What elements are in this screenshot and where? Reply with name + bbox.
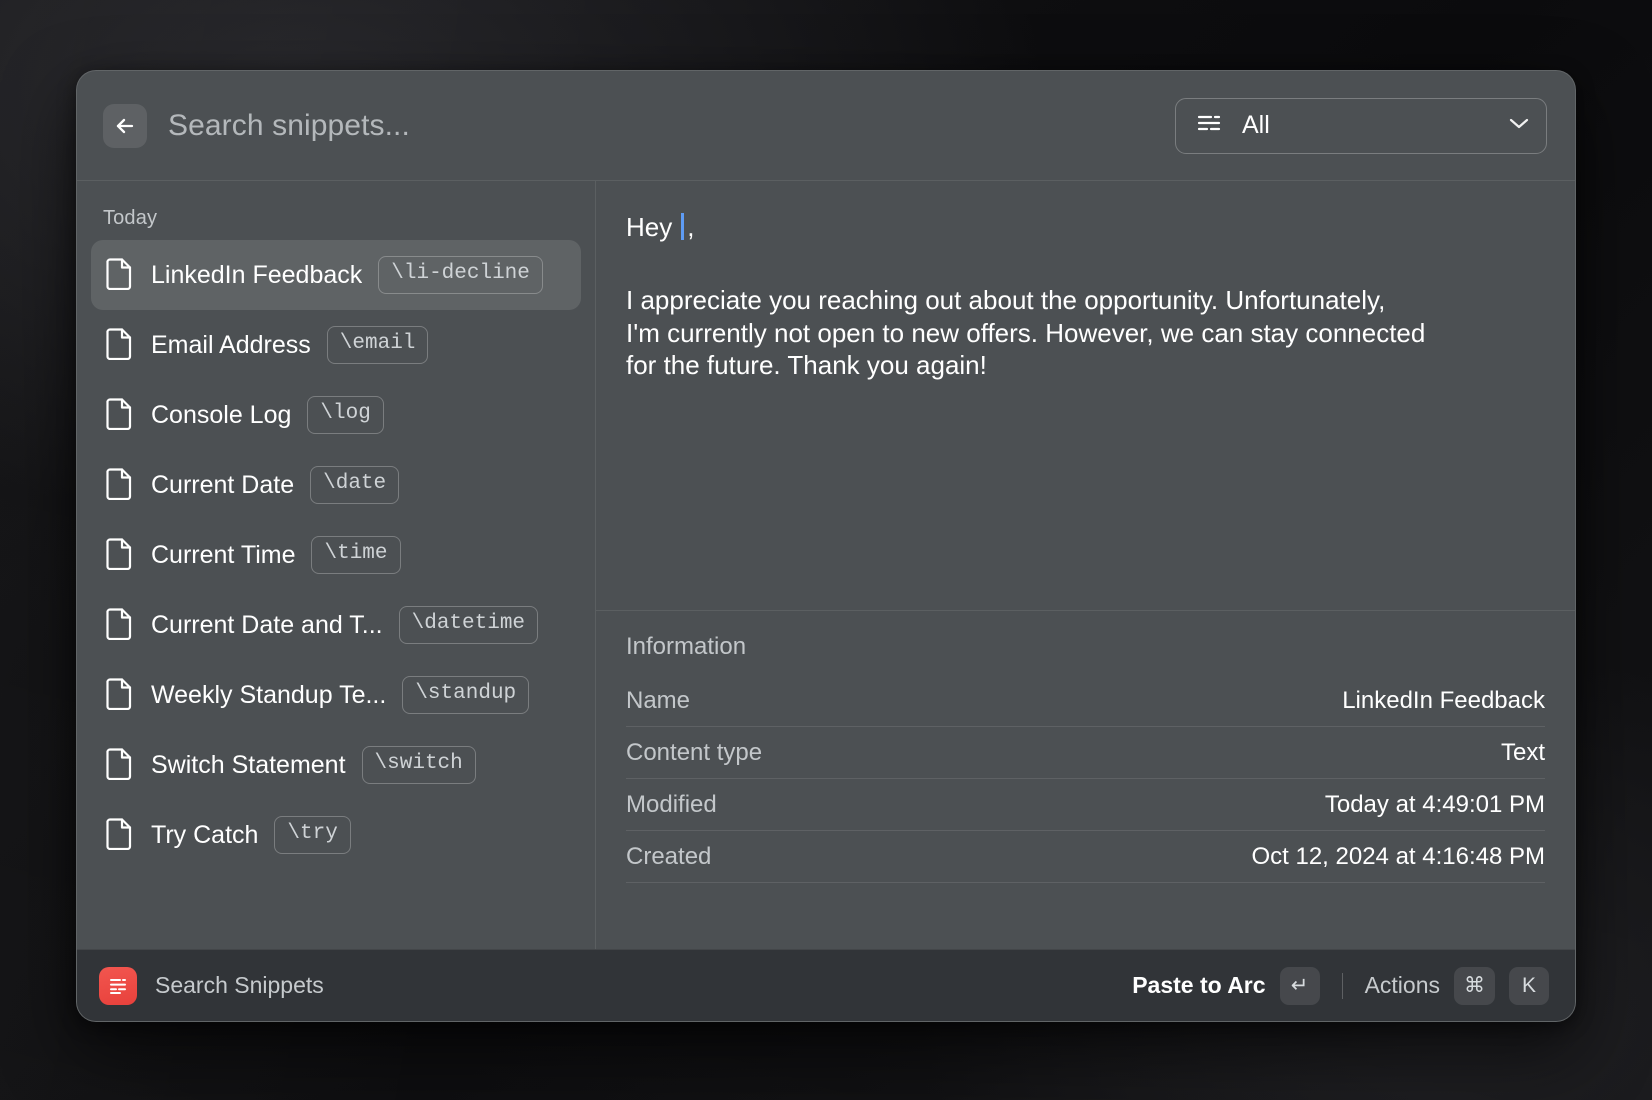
- snippet-keyword-chip: \log: [307, 396, 384, 434]
- snippet-keyword-chip: \datetime: [398, 606, 539, 644]
- snippet-keyword-chip: \time: [311, 536, 401, 574]
- snippet-name: Current Time: [151, 540, 296, 569]
- document-icon: [105, 606, 135, 645]
- actions-label: Actions: [1364, 972, 1440, 998]
- snippet-list-item[interactable]: Try Catch \try: [91, 800, 581, 870]
- preview-greeting-text: Hey: [626, 212, 673, 242]
- snippet-name: Weekly Standup Te...: [151, 680, 387, 709]
- back-button[interactable]: [103, 103, 147, 148]
- search-input[interactable]: [168, 108, 1155, 143]
- information-row: Modified Today at 4:49:01 PM: [626, 779, 1545, 831]
- actions-menu[interactable]: Actions ⌘ K: [1364, 966, 1549, 1005]
- information-value: Text: [1500, 738, 1545, 766]
- snippet-keyword-chip: \try: [274, 816, 351, 854]
- information-rows: Name LinkedIn Feedback Content type Text Mod…: [626, 675, 1545, 883]
- snippet-list-item[interactable]: Current Date and T... \datetime: [91, 590, 581, 660]
- information-value: Oct 12, 2024 at 4:16:48 PM: [1251, 842, 1545, 870]
- snippet-list-item[interactable]: Email Address \email: [91, 310, 581, 380]
- document-icon: [105, 256, 135, 295]
- k-key-cap[interactable]: K: [1509, 966, 1549, 1005]
- snippet-name: Try Catch: [151, 820, 259, 849]
- snippet-keyword-chip: \li-decline: [378, 256, 543, 294]
- document-icon: [105, 816, 135, 855]
- information-key: Content type: [626, 738, 763, 766]
- snippets-window: All Today LinkedIn Feedback \li-decline E…: [76, 70, 1576, 1022]
- paste-to-arc-action[interactable]: Paste to Arc ↵: [1132, 966, 1320, 1005]
- snippet-list-item[interactable]: Console Log \log: [91, 380, 581, 450]
- filter-selected-label: All: [1242, 111, 1270, 139]
- filter-dropdown[interactable]: All: [1175, 97, 1547, 154]
- command-key-cap[interactable]: ⌘: [1454, 966, 1495, 1005]
- information-value: LinkedIn Feedback: [1342, 686, 1545, 714]
- filter-list-icon: [1196, 113, 1222, 138]
- document-icon: [105, 676, 135, 715]
- document-icon: [105, 536, 135, 575]
- section-label-today: Today: [103, 207, 158, 229]
- information-key: Name: [626, 686, 691, 714]
- text-cursor-caret: [681, 213, 685, 240]
- snippet-name: LinkedIn Feedback: [151, 260, 363, 289]
- information-key: Created: [626, 842, 712, 870]
- arrow-left-icon: [113, 114, 137, 138]
- preview-greeting-comma: ,: [687, 212, 695, 242]
- information-value: Today at 4:49:01 PM: [1324, 790, 1545, 818]
- snippet-list-item[interactable]: Current Time \time: [91, 520, 581, 590]
- preview-body-text: I appreciate you reaching out about the …: [626, 284, 1426, 381]
- snippet-keyword-chip: \standup: [402, 676, 530, 714]
- snippet-list-item[interactable]: Weekly Standup Te... \standup: [91, 660, 581, 730]
- enter-key-cap[interactable]: ↵: [1279, 966, 1320, 1005]
- snippet-name: Current Date and T...: [151, 610, 383, 639]
- search-header: All: [77, 71, 1575, 181]
- information-row: Created Oct 12, 2024 at 4:16:48 PM: [626, 831, 1545, 883]
- snippet-name: Email Address: [151, 330, 311, 359]
- footer-app-name: Search Snippets: [155, 972, 324, 998]
- snippet-name: Switch Statement: [151, 750, 346, 779]
- snippet-list-sidebar[interactable]: Today LinkedIn Feedback \li-decline Email…: [77, 181, 596, 949]
- window-body: Today LinkedIn Feedback \li-decline Email…: [77, 181, 1575, 949]
- snippet-list-item[interactable]: LinkedIn Feedback \li-decline: [91, 240, 581, 310]
- footer-divider: [1341, 972, 1343, 999]
- information-row: Name LinkedIn Feedback: [626, 675, 1545, 727]
- paste-to-arc-label: Paste to Arc: [1132, 972, 1266, 998]
- snippet-keyword-chip: \switch: [361, 746, 476, 784]
- document-icon: [105, 746, 135, 785]
- snippet-keyword-chip: \email: [326, 326, 429, 364]
- snippet-detail-pane: Hey , I appreciate you reaching out abou…: [596, 181, 1575, 949]
- document-icon: [105, 326, 135, 365]
- snippet-list-item[interactable]: Switch Statement \switch: [91, 730, 581, 800]
- snippets-app-icon: [99, 966, 137, 1005]
- snippet-name: Current Date: [151, 470, 295, 499]
- document-icon: [105, 466, 135, 505]
- information-title: Information: [626, 633, 747, 660]
- snippet-preview: Hey , I appreciate you reaching out abou…: [596, 181, 1575, 611]
- snippet-list-item[interactable]: Current Date \date: [91, 450, 581, 520]
- information-key: Modified: [626, 790, 717, 818]
- information-row: Content type Text: [626, 727, 1545, 779]
- chevron-down-icon: [1508, 116, 1530, 135]
- information-section: Information Name LinkedIn Feedback Content…: [596, 611, 1575, 949]
- snippet-keyword-chip: \date: [310, 466, 400, 504]
- window-footer: Search Snippets Paste to Arc ↵ Actions ⌘…: [77, 949, 1575, 1021]
- preview-greeting-line: Hey ,: [626, 209, 1539, 244]
- document-icon: [105, 396, 135, 435]
- snippet-name: Console Log: [151, 400, 292, 429]
- snippet-list: LinkedIn Feedback \li-decline Email Addre…: [91, 240, 581, 870]
